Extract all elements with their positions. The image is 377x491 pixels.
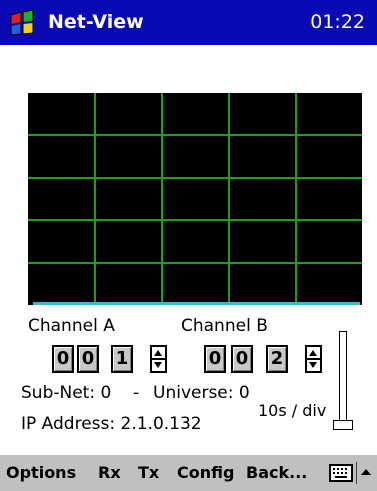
- clock[interactable]: 01:22: [310, 0, 365, 45]
- start-menu-flag-icon[interactable]: [8, 9, 36, 37]
- channel-a-digit-1[interactable]: 0: [52, 345, 74, 373]
- menu-rx[interactable]: Rx: [98, 455, 121, 491]
- scope-display: [28, 93, 362, 305]
- channel-b-digit-1[interactable]: 0: [204, 345, 226, 373]
- subnet-label: Sub-Net: 0: [21, 383, 112, 403]
- menu-tx[interactable]: Tx: [138, 455, 159, 491]
- menu-config[interactable]: Config: [177, 455, 234, 491]
- app-title: Net-View: [48, 11, 144, 33]
- title-bar: Net-View 01:22: [0, 0, 377, 45]
- channel-b-label: Channel B: [181, 316, 268, 336]
- channel-a-label: Channel A: [28, 316, 115, 336]
- menu-bar: Options Rx Tx Config Back...: [0, 454, 377, 491]
- info-separator: -: [133, 383, 140, 403]
- channel-a-digit-3[interactable]: 1: [111, 345, 133, 373]
- chevron-up-icon[interactable]: [361, 469, 371, 475]
- channel-b-spinner[interactable]: [305, 345, 322, 373]
- channel-a-spinner[interactable]: [150, 345, 167, 373]
- timebase-slider-track[interactable]: [339, 331, 347, 425]
- channel-a-digit-2[interactable]: 0: [77, 345, 99, 373]
- timebase-label: 10s / div: [258, 401, 327, 420]
- channel-b-digit-3[interactable]: 2: [266, 345, 288, 373]
- menu-separator: [356, 462, 357, 484]
- spinner-divider: [307, 358, 320, 360]
- spinner-divider: [152, 358, 165, 360]
- channel-b-digit-2[interactable]: 0: [231, 345, 253, 373]
- keyboard-icon[interactable]: [329, 464, 353, 482]
- scope-grid: [28, 93, 362, 305]
- menu-back[interactable]: Back...: [246, 455, 307, 491]
- menu-options[interactable]: Options: [6, 455, 76, 491]
- timebase-slider-thumb[interactable]: [333, 420, 353, 430]
- scope-trace: [33, 302, 360, 305]
- ip-address-label: IP Address: 2.1.0.132: [21, 414, 202, 434]
- universe-label: Universe: 0: [153, 383, 250, 403]
